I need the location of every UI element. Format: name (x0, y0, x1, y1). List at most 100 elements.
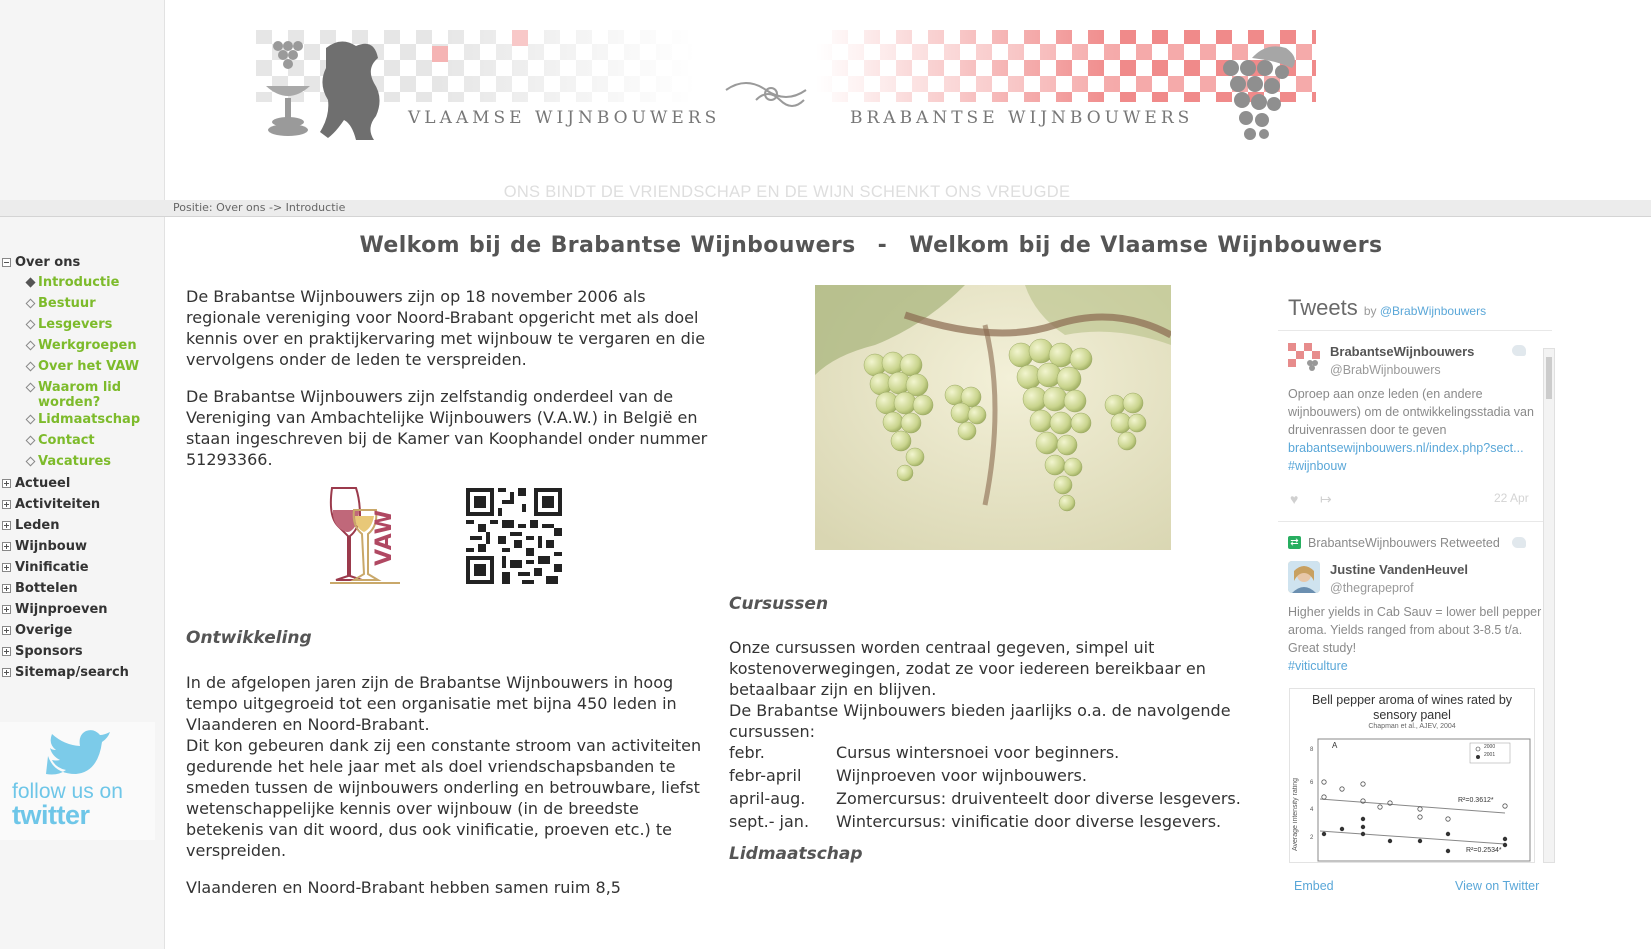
sidebar-section-sitemap-search[interactable]: Sitemap/search (0, 662, 165, 683)
avatar[interactable] (1288, 561, 1320, 593)
bullet-icon (25, 456, 36, 467)
sidebar-section-label: Wijnproeven (15, 602, 108, 617)
section-title-lidmaatschap: Lidmaatschap (729, 844, 863, 864)
course-row: febr. Cursus wintersnoei voor beginners. (729, 742, 1241, 765)
bullet-icon (25, 382, 36, 393)
heading-separator: - (877, 233, 888, 258)
bullet-icon (25, 298, 36, 309)
like-heart-icon[interactable]: ♥ (1290, 491, 1298, 507)
sidebar-item-over-het-vaw[interactable]: Over het VAW (0, 357, 165, 378)
divider (1278, 521, 1552, 522)
qr-code[interactable] (466, 488, 562, 584)
view-on-twitter-link[interactable]: View on Twitter (1455, 879, 1539, 893)
main-right-column: Cursussen Onze cursussen worden centraal… (729, 594, 1264, 865)
site-banner[interactable]: VLAAMSE WIJNBOUWERS BRABANTSE WIJNBOUWER… (256, 28, 1320, 150)
bullet-icon (25, 435, 36, 446)
sidebar-section-label: Vinificatie (15, 560, 89, 575)
tweet-date[interactable]: 22 Apr (1494, 491, 1529, 505)
expand-icon[interactable] (2, 563, 11, 572)
tweets-by-handle[interactable]: @BrabWijnbouwers (1380, 304, 1486, 318)
expand-icon[interactable] (2, 647, 11, 656)
sidebar-section-actueel[interactable]: Actueel (0, 473, 165, 494)
vaw-logo[interactable]: VAW (328, 486, 406, 586)
sidebar-item-lesgevers[interactable]: Lesgevers (0, 315, 165, 336)
qr-code-icon (466, 488, 562, 584)
tweet-body: Higher yields in Cab Sauv = lower bell p… (1288, 603, 1543, 675)
sidebar-section-label: Sitemap/search (15, 665, 129, 680)
tweets-scrollbar[interactable] (1543, 348, 1555, 863)
avatar[interactable] (1288, 343, 1320, 375)
sidebar-item-label: Werkgroepen (38, 338, 137, 353)
sidebar-section-sponsors[interactable]: Sponsors (0, 641, 165, 662)
sidebar-item-label: Vacatures (38, 454, 112, 469)
tweet-hashtag[interactable]: #viticulture (1288, 657, 1543, 675)
tweet-chart-plot: 8 6 4 2 (1310, 738, 1531, 862)
sidebar-section-vinificatie[interactable]: Vinificatie (0, 557, 165, 578)
sidebar-item-vacatures[interactable]: Vacatures (0, 452, 165, 473)
sidebar-section-label: Activiteiten (15, 497, 101, 512)
course-description: Zomercursus: druiventeelt door diverse l… (836, 789, 1241, 808)
tweets-embed-link[interactable]: Embed (1294, 879, 1334, 893)
sidebar-item-introductie[interactable]: Introductie (0, 273, 165, 294)
sidebar-section-label: Wijnbouw (15, 539, 88, 554)
courses-table: febr. Cursus wintersnoei voor beginners. f… (729, 742, 1241, 834)
bullet-icon (25, 340, 36, 351)
svg-text:2: 2 (1310, 835, 1314, 841)
course-description: Wintercursus: vinificatie door diverse l… (836, 812, 1222, 831)
expand-icon[interactable] (2, 584, 11, 593)
tweets-by-label: by (1363, 304, 1377, 318)
svg-text:4: 4 (1310, 807, 1314, 813)
ornament-icon (725, 82, 807, 107)
expand-icon[interactable] (2, 521, 11, 530)
scrollbar-thumb[interactable] (1546, 357, 1552, 399)
tweet-link[interactable]: brabantsewijnbouwers.nl/index.php?sect..… (1288, 439, 1543, 457)
bullet-active-icon (25, 277, 36, 288)
sidebar-item-contact[interactable]: Contact (0, 431, 165, 452)
sidebar-section-activiteiten[interactable]: Activiteiten (0, 494, 165, 515)
expand-icon[interactable] (2, 500, 11, 509)
ontwikkeling-paragraph-1: In de afgelopen jaren zijn de Brabantse … (186, 673, 677, 734)
collapse-icon[interactable] (2, 258, 11, 267)
expand-icon[interactable] (2, 542, 11, 551)
sidebar-section-leden[interactable]: Leden (0, 515, 165, 536)
expand-icon[interactable] (2, 668, 11, 677)
tweet-chart-r2-a: R²=0.3612* (1458, 797, 1494, 804)
sidebar-item-lidmaatschap[interactable]: Lidmaatschap (0, 410, 165, 431)
lion-icon (320, 41, 380, 140)
tweet-image-chart[interactable]: Bell pepper aroma of wines rated by sens… (1289, 688, 1535, 863)
sidebar-section-label: Leden (15, 518, 60, 533)
follow-us-on-twitter-button[interactable]: follow us on twitter (0, 722, 155, 840)
expand-icon[interactable] (2, 479, 11, 488)
sidebar-section-bottelen[interactable]: Bottelen (0, 578, 165, 599)
intro-paragraph-1: De Brabantse Wijnbouwers zijn op 18 nove… (186, 287, 706, 369)
sidebar-item-label: Waarom lid worden? (38, 380, 122, 410)
bullet-icon (25, 414, 36, 425)
expand-icon[interactable] (2, 605, 11, 614)
twitter-bird-icon (1512, 537, 1526, 548)
heading-vlaamse: Welkom bij de Vlaamse Wijnbouwers (909, 233, 1383, 258)
sidebar-section-wijnproeven[interactable]: Wijnproeven (0, 599, 165, 620)
bullet-icon (25, 319, 36, 330)
cursussen-paragraph-1: Onze cursussen worden centraal gegeven, … (729, 638, 1206, 699)
page-title: Welkom bij de Brabantse Wijnbouwers - Welk… (166, 233, 1576, 258)
twitter-bird-icon (46, 730, 110, 775)
sidebar-section-label: Over ons (15, 255, 81, 270)
banner-title-vlaamse: VLAAMSE WIJNBOUWERS (408, 108, 721, 128)
expand-icon[interactable] (2, 626, 11, 635)
banner-artwork (256, 30, 1316, 140)
checker-avatar-icon (1288, 343, 1320, 375)
course-period: sept.- jan. (729, 812, 810, 831)
twitter-bird-icon (1512, 345, 1526, 356)
sidebar-section-wijnbouw[interactable]: Wijnbouw (0, 536, 165, 557)
person-avatar-icon (1288, 561, 1320, 593)
sidebar-section-over-ons[interactable]: Over ons (0, 252, 165, 273)
sidebar-item-werkgroepen[interactable]: Werkgroepen (0, 336, 165, 357)
section-title-ontwikkeling: Ontwikkeling (186, 628, 312, 648)
sidebar-section-overige[interactable]: Overige (0, 620, 165, 641)
sidebar-item-waarom-lid-worden[interactable]: Waarom lid worden? (0, 378, 165, 410)
sidebar-section-label: Sponsors (15, 644, 83, 659)
sidebar-item-bestuur[interactable]: Bestuur (0, 294, 165, 315)
tweet-hashtag[interactable]: #wijnbouw (1288, 457, 1543, 475)
sidebar-section-label: Bottelen (15, 581, 78, 596)
share-icon[interactable]: ↦ (1320, 491, 1332, 508)
